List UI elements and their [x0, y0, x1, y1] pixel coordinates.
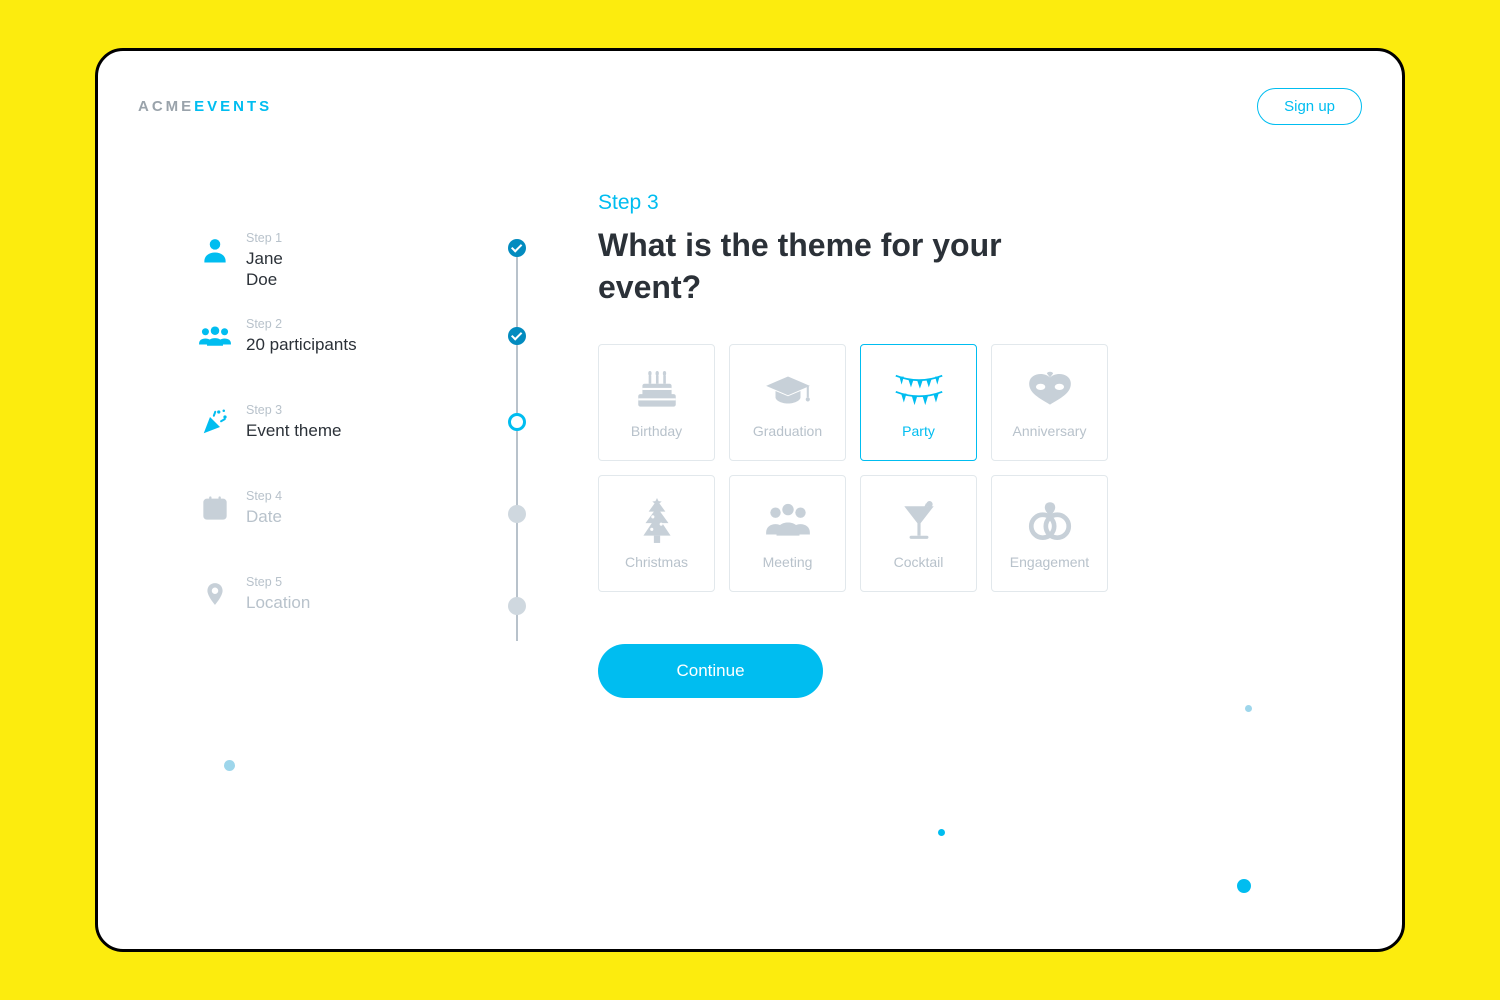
theme-label: Engagement: [1010, 554, 1089, 570]
current-step-indicator: Step 3: [598, 191, 1218, 215]
header: ACMEEVENTS Sign up: [138, 81, 1362, 131]
progress-step-2[interactable]: Step 2 20 participants: [198, 317, 458, 403]
timeline-node-step3: [508, 413, 526, 431]
location-pin-icon: [198, 577, 232, 611]
theme-option-engagement[interactable]: Engagement: [991, 475, 1108, 592]
signup-button[interactable]: Sign up: [1257, 88, 1362, 125]
mask-icon: [1025, 367, 1075, 413]
progress-step-4-value: Date: [246, 506, 282, 527]
theme-label: Party: [902, 423, 935, 439]
theme-option-anniversary[interactable]: Anniversary: [991, 344, 1108, 461]
progress-step-5-text: Step 5 Location: [246, 575, 310, 613]
theme-label: Christmas: [625, 554, 688, 570]
theme-label: Meeting: [763, 554, 813, 570]
christmas-tree-icon: [632, 498, 682, 544]
progress-step-4[interactable]: Step 4 Date: [198, 489, 458, 575]
brand-part-1: ACME: [138, 98, 194, 115]
progress-step-3-text: Step 3 Event theme: [246, 403, 341, 441]
decorative-dot: [1245, 705, 1252, 712]
progress-step-1[interactable]: Step 1 Jane Doe: [198, 231, 458, 317]
timeline-node-step2: [508, 327, 526, 345]
progress-step-3-value: Event theme: [246, 420, 341, 441]
progress-step-1-text: Step 1 Jane Doe: [246, 231, 283, 291]
progress-step-5-label: Step 5: [246, 575, 310, 589]
progress-step-1-label: Step 1: [246, 231, 283, 245]
main-panel: Step 3 What is the theme for your event?…: [598, 191, 1218, 698]
decorative-dot: [1237, 879, 1251, 893]
calendar-icon: [198, 491, 232, 525]
app-card: ACMEEVENTS Sign up Step 1 Jane Doe: [95, 48, 1405, 952]
progress-step-5[interactable]: Step 5 Location: [198, 575, 458, 661]
theme-option-graduation[interactable]: Graduation: [729, 344, 846, 461]
theme-label: Cocktail: [894, 554, 944, 570]
theme-option-christmas[interactable]: Christmas: [598, 475, 715, 592]
progress-step-2-value: 20 participants: [246, 334, 357, 355]
timeline-node-step1: [508, 239, 526, 257]
people-icon: [198, 319, 232, 353]
party-popper-icon: [198, 405, 232, 439]
cocktail-glass-icon: [894, 498, 944, 544]
progress-step-4-text: Step 4 Date: [246, 489, 282, 527]
timeline-node-step5: [508, 597, 526, 615]
progress-step-4-label: Step 4: [246, 489, 282, 503]
brand-part-2: EVENTS: [194, 98, 272, 115]
progress-step-1-value: Jane Doe: [246, 248, 283, 291]
decorative-dot: [938, 829, 945, 836]
theme-label: Anniversary: [1013, 423, 1087, 439]
progress-step-5-value: Location: [246, 592, 310, 613]
theme-label: Birthday: [631, 423, 682, 439]
timeline-node-step4: [508, 505, 526, 523]
progress-step-2-label: Step 2: [246, 317, 357, 331]
theme-option-birthday[interactable]: Birthday: [598, 344, 715, 461]
theme-grid: Birthday Graduation: [598, 344, 1218, 592]
person-icon: [198, 233, 232, 267]
progress-step-3-label: Step 3: [246, 403, 341, 417]
rings-icon: [1025, 498, 1075, 544]
graduation-cap-icon: [763, 367, 813, 413]
party-bunting-icon: [894, 367, 944, 413]
progress-step-3[interactable]: Step 3 Event theme: [198, 403, 458, 489]
theme-option-meeting[interactable]: Meeting: [729, 475, 846, 592]
progress-step-2-text: Step 2 20 participants: [246, 317, 357, 355]
theme-label: Graduation: [753, 423, 822, 439]
timeline-line: [516, 241, 518, 641]
continue-button[interactable]: Continue: [598, 644, 823, 698]
meeting-people-icon: [763, 498, 813, 544]
brand-logo: ACMEEVENTS: [138, 98, 272, 115]
progress-sidebar: Step 1 Jane Doe Step 2 20 participants: [198, 231, 458, 661]
question-heading: What is the theme for your event?: [598, 225, 1028, 308]
progress-timeline: [508, 241, 526, 641]
decorative-dot: [224, 760, 235, 771]
theme-option-party[interactable]: Party: [860, 344, 977, 461]
theme-option-cocktail[interactable]: Cocktail: [860, 475, 977, 592]
birthday-cake-icon: [632, 367, 682, 413]
